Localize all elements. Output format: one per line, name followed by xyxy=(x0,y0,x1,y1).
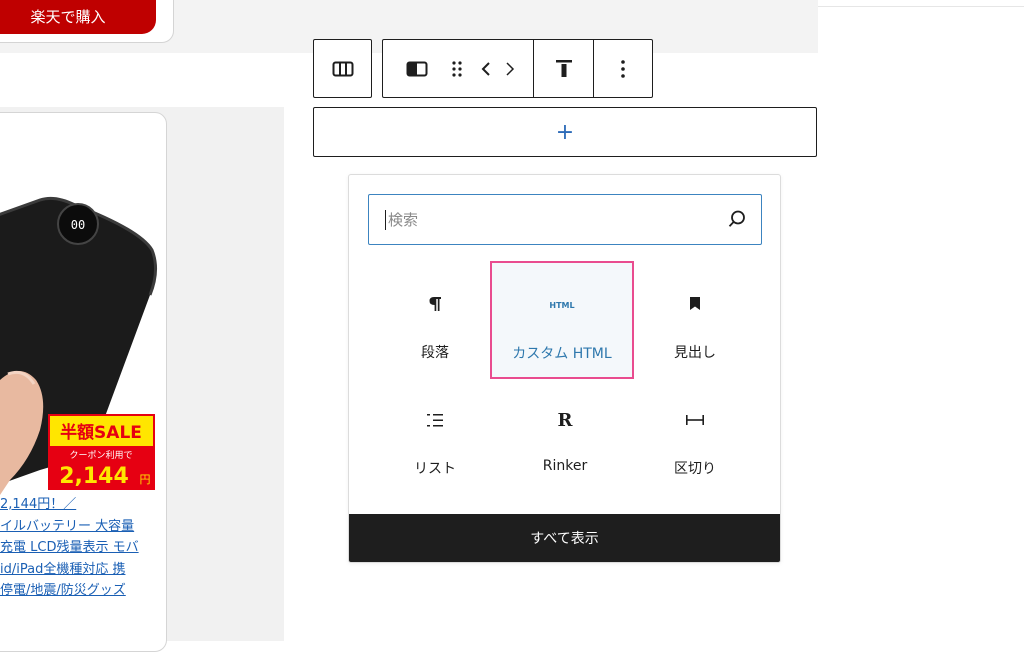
product-link-line[interactable]: id/iPad全機種対応 携 xyxy=(0,559,162,581)
drag-handle[interactable] xyxy=(440,59,474,79)
columns-icon xyxy=(332,61,353,76)
block-toolbar xyxy=(382,39,653,98)
block-item-label: カスタム HTML xyxy=(512,346,612,362)
product-link-line[interactable]: 充電 LCD残量表示 モバ xyxy=(0,537,162,559)
product-link-line[interactable]: 2,144円！／ xyxy=(0,494,162,516)
top-divider xyxy=(818,6,1024,7)
rinker-icon: R xyxy=(557,409,573,431)
paragraph-icon xyxy=(429,297,441,311)
product-link-line[interactable]: イルバッテリー 大容量 xyxy=(0,516,162,538)
plus-icon: + xyxy=(555,119,575,145)
move-left-button[interactable] xyxy=(474,60,498,78)
html-icon: HTML xyxy=(549,300,575,310)
drag-handle-icon xyxy=(452,60,462,77)
chevron-right-icon xyxy=(506,61,515,76)
show-all-blocks-button[interactable]: すべて表示 xyxy=(349,514,780,562)
block-item-label: 見出し xyxy=(674,345,716,361)
sale-badge-sub: クーポン利用で xyxy=(69,449,132,461)
list-icon xyxy=(427,414,443,427)
block-item-label: Rinker xyxy=(542,458,588,474)
move-right-button[interactable] xyxy=(498,60,522,78)
block-inserter-popover: 段落 HTML カスタム HTML 見出し リスト R Rinker xyxy=(348,174,781,563)
block-item-separator[interactable]: 区切り xyxy=(623,378,767,496)
separator-icon xyxy=(686,415,704,425)
options-button[interactable] xyxy=(593,40,652,97)
block-item-custom-html[interactable]: HTML カスタム HTML xyxy=(490,261,634,379)
block-item-label: 区切り xyxy=(674,461,716,477)
search-input[interactable] xyxy=(388,210,708,229)
sale-badge-unit: 円 xyxy=(140,473,151,486)
product-title-link[interactable]: 2,144円！／ イルバッテリー 大容量 充電 LCD残量表示 モバ id/iP… xyxy=(0,494,162,602)
column-icon xyxy=(406,61,428,76)
block-item-label: リスト xyxy=(414,461,456,477)
product-link-line[interactable]: 停電/地震/防災グッズ xyxy=(0,580,162,602)
power-bank-product-image[interactable]: 00 半額SALE クーポン利用で 2,144 円 xyxy=(0,130,160,495)
block-tools-group xyxy=(383,40,533,97)
block-item-list[interactable]: リスト xyxy=(363,378,507,496)
block-type-button[interactable] xyxy=(394,61,440,77)
text-caret xyxy=(385,209,386,230)
search-field[interactable] xyxy=(368,194,762,245)
rakuten-buy-button[interactable]: 楽天で購入 xyxy=(0,0,156,34)
block-item-paragraph[interactable]: 段落 xyxy=(363,262,507,380)
add-block-button[interactable]: + xyxy=(313,107,817,157)
sale-badge-title: 半額SALE xyxy=(60,422,142,443)
more-vertical-icon xyxy=(621,59,625,78)
chevron-left-icon xyxy=(481,61,490,76)
block-item-heading[interactable]: 見出し xyxy=(623,262,767,380)
bookmark-icon xyxy=(690,297,700,310)
vertical-align-button[interactable] xyxy=(533,40,593,97)
sale-badge-price: 2,144 xyxy=(59,464,129,489)
block-item-rinker[interactable]: R Rinker xyxy=(493,378,637,496)
search-icon[interactable] xyxy=(727,209,747,229)
select-parent-columns-button[interactable] xyxy=(313,39,372,98)
svg-text:00: 00 xyxy=(71,218,85,232)
block-item-label: 段落 xyxy=(421,345,449,361)
align-top-icon xyxy=(555,59,572,77)
